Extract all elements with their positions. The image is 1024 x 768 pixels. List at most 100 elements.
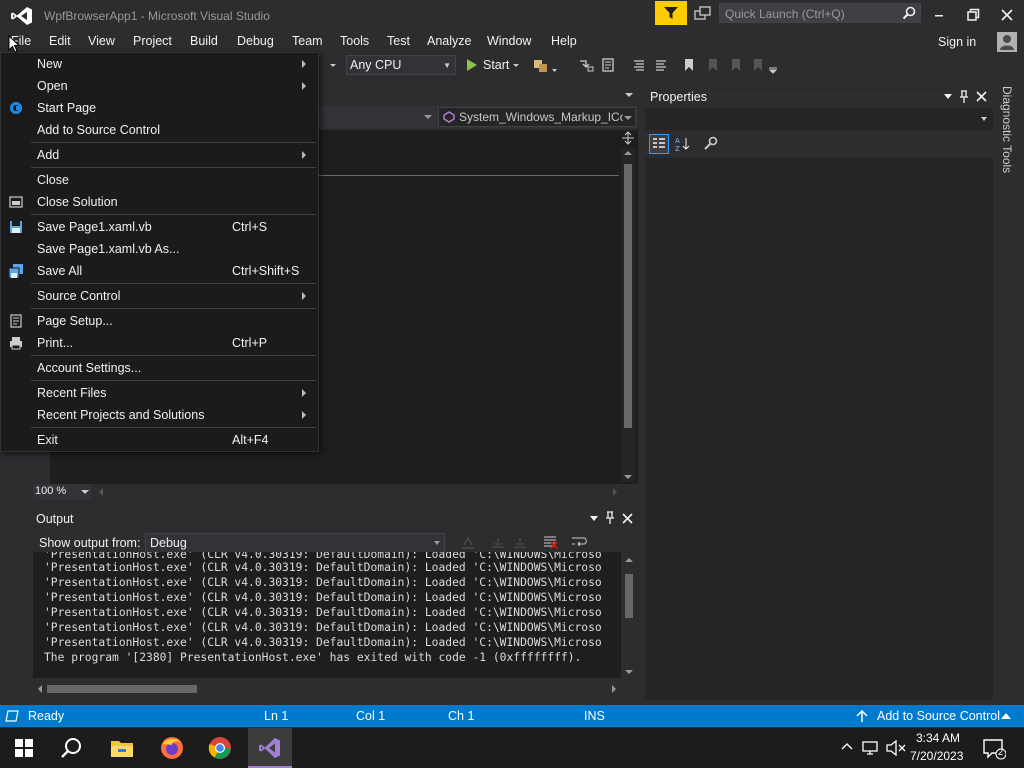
- visual-studio-logo-icon[interactable]: [10, 6, 34, 26]
- chevron-down-icon[interactable]: [624, 91, 634, 99]
- chevron-down-icon[interactable]: [943, 93, 953, 101]
- bookmark-icon[interactable]: [681, 57, 697, 73]
- menu-item-new[interactable]: New: [1, 53, 318, 75]
- menu-tools[interactable]: Tools: [340, 34, 369, 48]
- chrome-icon[interactable]: [208, 736, 232, 760]
- menu-test[interactable]: Test: [387, 34, 410, 48]
- word-wrap-icon[interactable]: [570, 534, 588, 550]
- scroll-right-icon[interactable]: [612, 488, 618, 496]
- menu-item-exit[interactable]: Exit Alt+F4: [1, 429, 318, 451]
- scroll-up-icon[interactable]: [625, 557, 633, 563]
- quick-launch-input[interactable]: Quick Launch (Ctrl+Q): [719, 3, 921, 23]
- menu-window[interactable]: Window: [487, 34, 531, 48]
- menu-item-add[interactable]: Add: [1, 144, 318, 166]
- output-scroll-thumb[interactable]: [625, 574, 633, 618]
- zoom-dropdown[interactable]: 100 %: [33, 484, 91, 500]
- scroll-down-icon[interactable]: [625, 669, 633, 675]
- menu-analyze[interactable]: Analyze: [427, 34, 471, 48]
- taskbar-visual-studio-button[interactable]: [248, 728, 292, 768]
- solution-platform-dropdown[interactable]: Any CPU ▼: [346, 55, 456, 75]
- scroll-right-icon[interactable]: [611, 685, 617, 693]
- start-dropdown-arrow[interactable]: [512, 57, 520, 73]
- close-window-button[interactable]: [999, 7, 1015, 23]
- editor-scroll-thumb[interactable]: [624, 164, 632, 428]
- menu-item-recent-projects[interactable]: Recent Projects and Solutions: [1, 404, 318, 426]
- menu-separator: [31, 142, 316, 143]
- firefox-icon[interactable]: [160, 736, 184, 760]
- menu-build[interactable]: Build: [190, 34, 218, 48]
- menu-item-account-settings[interactable]: Account Settings...: [1, 357, 318, 379]
- menu-separator: [31, 167, 316, 168]
- solution-explorer-icon[interactable]: [600, 57, 616, 73]
- clear-all-icon[interactable]: [542, 534, 558, 550]
- properties-object-selector[interactable]: [645, 108, 993, 130]
- clock-time[interactable]: 3:34 AM: [916, 731, 960, 745]
- menu-item-print[interactable]: Print... Ctrl+P: [1, 332, 318, 354]
- output-horizontal-scrollbar[interactable]: [33, 682, 621, 696]
- editor-horizontal-scrollbar[interactable]: [30, 484, 638, 500]
- categorized-button[interactable]: [649, 134, 669, 154]
- scroll-down-icon[interactable]: [624, 474, 632, 480]
- member-dropdown[interactable]: System_Windows_Markup_ICor: [438, 107, 636, 127]
- notifications-button[interactable]: 2: [982, 738, 1006, 760]
- account-avatar[interactable]: [997, 32, 1017, 52]
- chevron-up-icon[interactable]: [841, 742, 853, 750]
- menu-item-add-to-source-control[interactable]: Add to Source Control: [1, 119, 318, 141]
- close-icon[interactable]: [622, 513, 633, 524]
- chevron-up-icon[interactable]: [1001, 713, 1011, 719]
- output-hscroll-thumb[interactable]: [47, 685, 197, 693]
- output-source-dropdown[interactable]: Debug: [145, 533, 445, 553]
- menu-item-save[interactable]: Save Page1.xaml.vb Ctrl+S: [1, 216, 318, 238]
- chevron-down-icon[interactable]: [589, 515, 599, 523]
- scroll-left-icon[interactable]: [37, 685, 43, 693]
- menu-debug[interactable]: Debug: [237, 34, 274, 48]
- property-pages-icon[interactable]: [703, 136, 719, 152]
- menu-view[interactable]: View: [88, 34, 115, 48]
- restore-button[interactable]: [965, 7, 981, 23]
- uncomment-icon[interactable]: [653, 57, 669, 73]
- network-icon[interactable]: [862, 740, 880, 756]
- menu-project[interactable]: Project: [133, 34, 172, 48]
- menu-edit[interactable]: Edit: [49, 34, 71, 48]
- menu-item-open[interactable]: Open: [1, 75, 318, 97]
- menu-item-close[interactable]: Close: [1, 169, 318, 191]
- sign-in-link[interactable]: Sign in: [938, 35, 976, 49]
- menu-team[interactable]: Team: [292, 34, 323, 48]
- search-icon[interactable]: [61, 737, 83, 759]
- chevron-down-icon[interactable]: [424, 113, 432, 121]
- config-dropdown-arrow[interactable]: [328, 57, 338, 73]
- file-explorer-icon[interactable]: [110, 738, 134, 758]
- clock-date[interactable]: 7/20/2023: [910, 749, 963, 763]
- menu-item-save-all[interactable]: Save All Ctrl+Shift+S: [1, 260, 318, 282]
- menu-item-recent-files[interactable]: Recent Files: [1, 382, 318, 404]
- minimize-button[interactable]: [931, 7, 947, 23]
- live-share-icon[interactable]: [694, 5, 712, 23]
- add-to-source-control-button[interactable]: Add to Source Control: [877, 709, 1000, 723]
- toolbar-overflow-icon[interactable]: [768, 62, 778, 74]
- menu-item-page-setup[interactable]: Page Setup...: [1, 310, 318, 332]
- menu-item-save-as[interactable]: Save Page1.xaml.vb As...: [1, 238, 318, 260]
- menu-item-close-solution[interactable]: Close Solution: [1, 191, 318, 213]
- start-label[interactable]: Start: [483, 58, 509, 72]
- menu-item-source-control[interactable]: Source Control: [1, 285, 318, 307]
- step-into-icon[interactable]: [578, 57, 594, 73]
- output-text[interactable]: 'PresentationHost.exe' (CLR v4.0.30319: …: [33, 552, 621, 678]
- comment-out-icon[interactable]: [631, 57, 647, 73]
- menu-help[interactable]: Help: [551, 34, 577, 48]
- sort-alphabetical-icon[interactable]: AZ: [675, 136, 691, 152]
- split-icon[interactable]: [620, 130, 636, 146]
- pin-icon[interactable]: [959, 90, 969, 104]
- menu-item-start-page[interactable]: Start Page: [1, 97, 318, 119]
- windows-start-icon[interactable]: [15, 739, 33, 757]
- output-vertical-scrollbar[interactable]: [622, 552, 636, 678]
- close-icon[interactable]: [976, 91, 987, 102]
- volume-muted-icon[interactable]: [886, 740, 906, 756]
- diagnostic-tools-tab[interactable]: Diagnostic Tools: [996, 86, 1020, 176]
- start-debugging-button[interactable]: [465, 57, 479, 73]
- pin-icon[interactable]: [605, 511, 615, 525]
- feedback-button[interactable]: [655, 1, 687, 25]
- scroll-left-icon[interactable]: [98, 488, 104, 496]
- scroll-up-icon[interactable]: [624, 150, 632, 156]
- ready-icon: [5, 710, 19, 722]
- browser-link-icon[interactable]: [533, 57, 557, 75]
